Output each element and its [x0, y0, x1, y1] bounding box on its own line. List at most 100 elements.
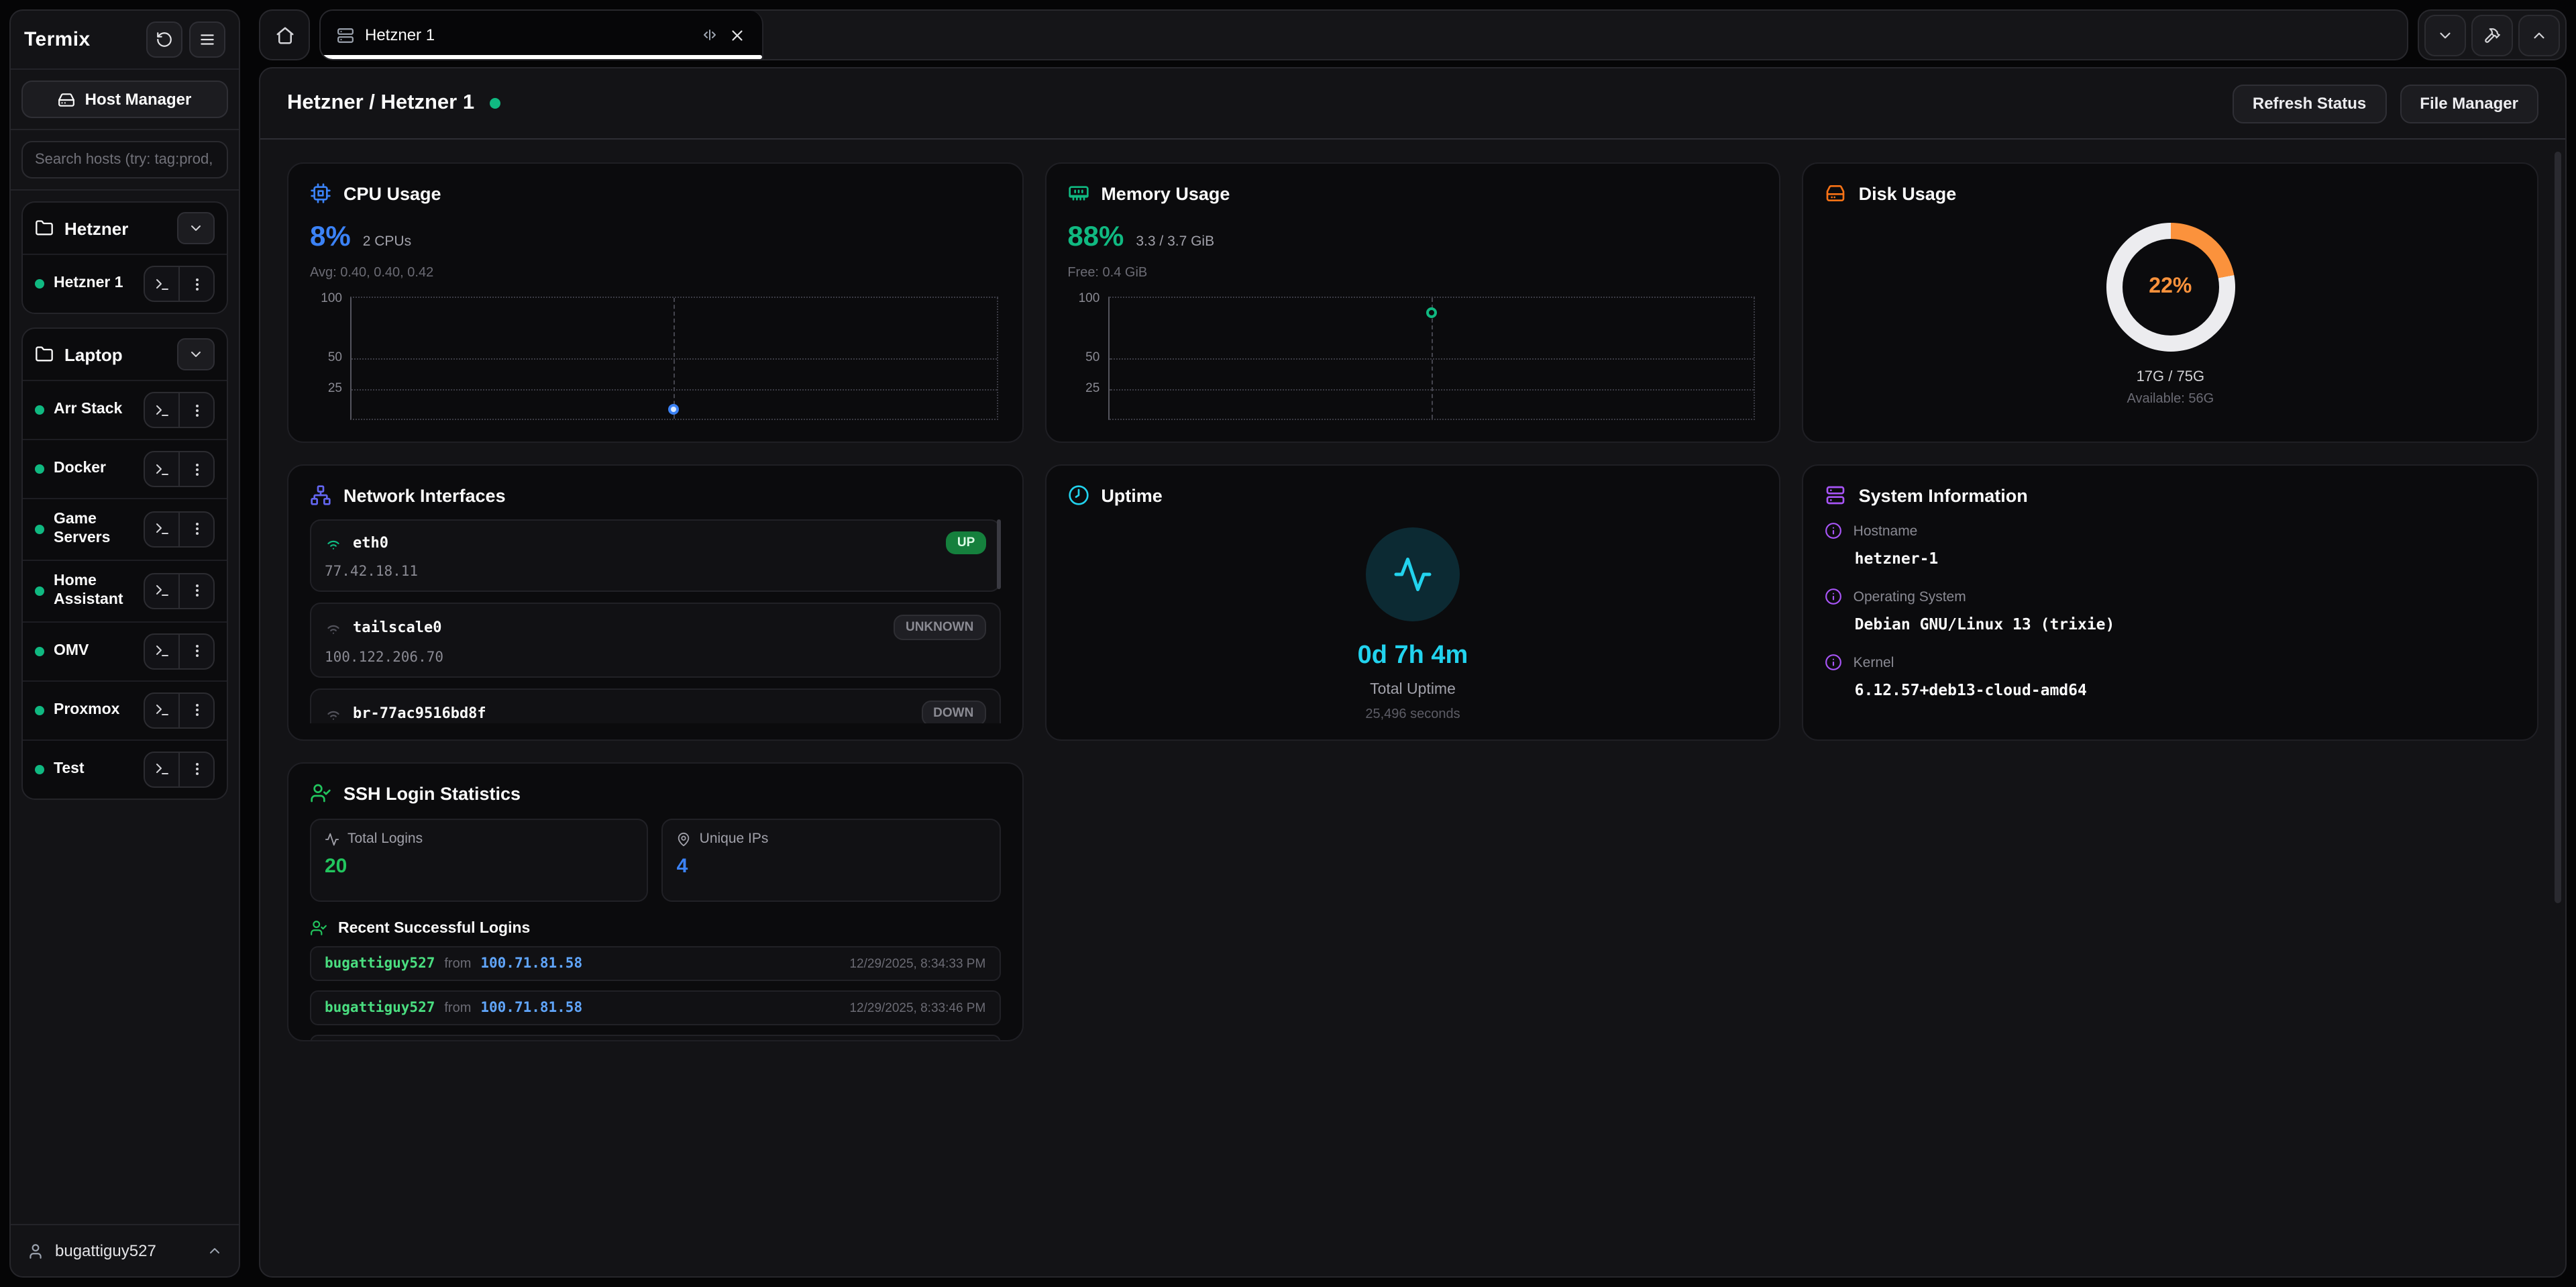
dashboard-grid: CPU Usage 8% 2 CPUs Avg: 0.40, 0.40, 0.4…: [260, 140, 2565, 1276]
interface-row: tailscale0 UNKNOWN: [325, 615, 985, 640]
refresh-button[interactable]: [146, 21, 182, 58]
host-row-game-servers[interactable]: Game Servers: [23, 498, 227, 560]
wifi-icon: [325, 534, 342, 552]
host-status-dot: [35, 764, 44, 774]
ssh-stat-boxes: Total Logins 20 Unique IPs 4: [310, 819, 1000, 902]
y-tick: 50: [310, 352, 342, 364]
host-status-dot: [35, 525, 44, 534]
host-terminal-button[interactable]: [145, 574, 178, 607]
home-button[interactable]: [259, 9, 310, 60]
host-menu-button[interactable]: [178, 693, 213, 727]
uptime-seconds: 25,496 seconds: [1365, 707, 1460, 722]
group-collapse-button[interactable]: [177, 212, 215, 244]
status-badge: DOWN: [921, 701, 985, 723]
host-name: Home Assistant: [54, 572, 134, 611]
memory-data-point: [1426, 307, 1437, 318]
activity-icon: [325, 831, 339, 846]
kebab-icon: [189, 702, 205, 718]
host-menu-button[interactable]: [178, 634, 213, 668]
user-menu[interactable]: bugattiguy527: [11, 1224, 239, 1276]
host-name: Proxmox: [54, 701, 134, 720]
kebab-icon: [189, 402, 205, 418]
tab-hetzner-1[interactable]: Hetzner 1: [321, 11, 763, 59]
host-terminal-button[interactable]: [145, 452, 178, 486]
stat-label-row: Unique IPs: [677, 831, 986, 847]
sysinfo-label: Operating System: [1854, 588, 1966, 605]
host-terminal-button[interactable]: [145, 393, 178, 427]
username: bugattiguy527: [55, 1241, 196, 1260]
host-status-dot: [35, 586, 44, 595]
host-actions: [144, 751, 215, 787]
menu-button[interactable]: [189, 21, 225, 58]
interface-name: eth0: [353, 534, 936, 552]
total-logins-stat: Total Logins 20: [310, 819, 649, 902]
host-menu-button[interactable]: [178, 513, 213, 546]
host-menu-button[interactable]: [178, 752, 213, 786]
tools-button[interactable]: [2471, 14, 2513, 56]
host-terminal-button[interactable]: [145, 267, 178, 301]
card-title: SSH Login Statistics: [343, 783, 521, 803]
file-manager-button[interactable]: File Manager: [2400, 84, 2538, 123]
disk-percent: 22%: [2106, 223, 2235, 352]
host-terminal-button[interactable]: [145, 513, 178, 546]
activity-icon: [1393, 554, 1433, 595]
chevron-down-icon: [188, 346, 204, 362]
card-header: Disk Usage: [1825, 183, 2516, 204]
group-header-laptop[interactable]: Laptop: [23, 329, 227, 380]
sysinfo-value: Debian GNU/Linux 13 (trixie): [1855, 615, 2516, 633]
host-status-dot: [35, 405, 44, 415]
host-row-omv[interactable]: OMV: [23, 621, 227, 680]
host-menu-button[interactable]: [178, 393, 213, 427]
host-row-home-assistant[interactable]: Home Assistant: [23, 560, 227, 621]
host-menu-button[interactable]: [178, 267, 213, 301]
host-menu-button[interactable]: [178, 574, 213, 607]
menu-icon: [199, 31, 216, 48]
memory-chart-plot-area: [1108, 297, 1755, 420]
main-area: Hetzner 1 Hetzner / Hetzner 1 Refresh St…: [259, 9, 2567, 1278]
terminal-icon: [154, 402, 170, 418]
uptime-value: 0d 7h 4m: [1358, 641, 1468, 671]
search-input[interactable]: [21, 141, 228, 178]
card-header: CPU Usage: [310, 183, 1000, 204]
card-title: System Information: [1859, 485, 2028, 505]
host-terminal-button[interactable]: [145, 693, 178, 727]
sysinfo-label-row: Operating System: [1825, 588, 2516, 605]
host-manager-button[interactable]: Host Manager: [21, 81, 228, 118]
host-terminal-button[interactable]: [145, 752, 178, 786]
group-label: Laptop: [64, 344, 166, 364]
login-ip: 100.71.81.58: [480, 1000, 582, 1016]
terminal-icon: [154, 702, 170, 718]
login-from-label: from: [444, 1001, 471, 1016]
expand-button[interactable]: [2518, 14, 2560, 56]
host-row-docker[interactable]: Docker: [23, 439, 227, 498]
cpu-load-avg: Avg: 0.40, 0.40, 0.42: [310, 266, 1000, 280]
panel-scrollbar[interactable]: [2555, 152, 2561, 903]
group-collapse-button[interactable]: [177, 338, 215, 370]
online-status-dot: [489, 98, 500, 109]
interface-name: tailscale0: [353, 619, 883, 636]
interface-br-77ac9516bd8f: br-77ac9516bd8f DOWN 172.23.0.1: [310, 688, 1000, 723]
login-timestamp: 12/29/2025, 8:33:46 PM: [849, 1000, 985, 1015]
memory-percent: 88%: [1067, 221, 1124, 254]
refresh-status-button[interactable]: Refresh Status: [2233, 84, 2386, 123]
host-row-hetzner-1[interactable]: Hetzner 1: [23, 254, 227, 313]
host-terminal-button[interactable]: [145, 634, 178, 668]
active-tab-indicator: [321, 55, 762, 59]
host-name: OMV: [54, 641, 134, 661]
close-icon[interactable]: [729, 26, 746, 44]
y-tick: 25: [310, 382, 342, 395]
host-row-arr-stack[interactable]: Arr Stack: [23, 380, 227, 439]
host-menu-button[interactable]: [178, 452, 213, 486]
card-header: Memory Usage: [1067, 183, 1758, 204]
group-header-hetzner[interactable]: Hetzner: [23, 203, 227, 254]
disk-donut-chart: 22%: [2106, 223, 2235, 352]
login-row: bugattiguy527 from 100.71.81.58 12/29/20…: [310, 990, 1000, 1025]
interface-list-scrollbar[interactable]: [996, 519, 1000, 589]
split-icon[interactable]: [702, 27, 718, 43]
terminal-icon: [154, 761, 170, 777]
host-row-test[interactable]: Test: [23, 739, 227, 798]
sysinfo-label: Kernel: [1854, 654, 1894, 670]
ssh-login-statistics-card: SSH Login Statistics Total Logins 20: [287, 762, 1023, 1041]
collapse-button[interactable]: [2424, 14, 2466, 56]
host-row-proxmox[interactable]: Proxmox: [23, 680, 227, 739]
